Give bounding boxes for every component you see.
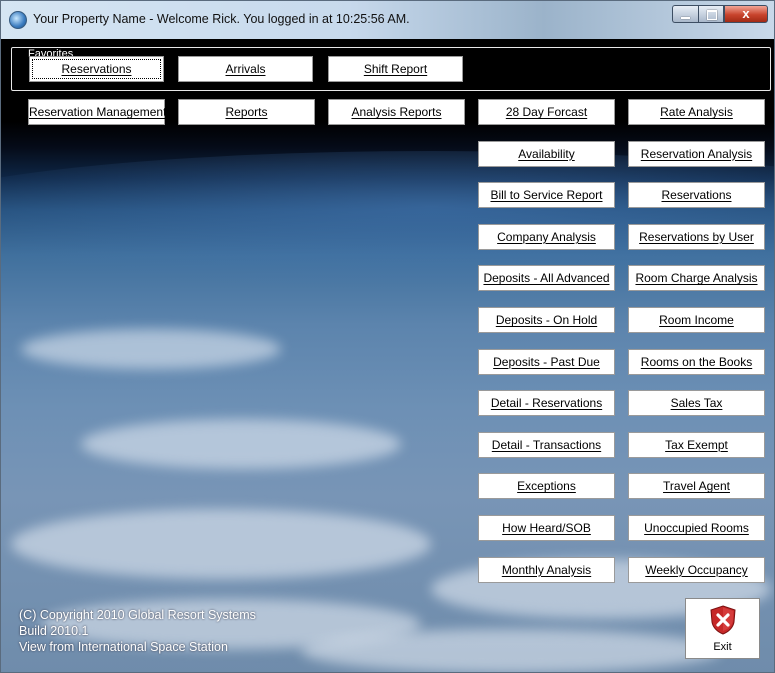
how-heard-sob-button[interactable]: How Heard/SOB — [478, 515, 615, 541]
copyright-text: (C) Copyright 2010 Global Resort Systems — [19, 608, 256, 622]
reservation-management-button[interactable]: Reservation Management — [28, 99, 166, 125]
reservations-button[interactable]: Reservations — [29, 56, 164, 82]
monthly-analysis-button[interactable]: Monthly Analysis — [478, 556, 615, 583]
window-title: Your Property Name - Welcome Rick. You l… — [33, 12, 410, 26]
shield-x-icon — [710, 605, 736, 635]
background-cloud — [81, 419, 401, 469]
availability-button[interactable]: Availability — [478, 140, 615, 167]
maximize-icon — [707, 10, 717, 20]
rate-analysis-button[interactable]: Rate Analysis — [628, 99, 765, 125]
caption-buttons: x — [672, 5, 768, 25]
exit-label: Exit — [713, 641, 732, 653]
exceptions-button[interactable]: Exceptions — [478, 473, 615, 500]
room-income-button[interactable]: Room Income — [628, 307, 765, 333]
sales-tax-button[interactable]: Sales Tax — [628, 390, 765, 417]
reservations-by-user-button[interactable]: Reservations by User — [628, 223, 765, 250]
background-cloud — [301, 629, 721, 672]
room-charge-analysis-button[interactable]: Room Charge Analysis — [628, 265, 765, 292]
deposits-on-hold-button[interactable]: Deposits - On Hold — [478, 307, 615, 333]
shift-report-button[interactable]: Shift Report — [328, 56, 463, 82]
background-cloud — [21, 329, 281, 369]
travel-agent-button[interactable]: Travel Agent — [628, 473, 765, 500]
bill-to-service-report-button[interactable]: Bill to Service Report — [478, 182, 615, 209]
reservation-analysis-button[interactable]: Reservation Analysis — [628, 140, 765, 167]
deposits-all-advanced-button[interactable]: Deposits - All Advanced — [478, 265, 615, 292]
reservations-button[interactable]: Reservations — [628, 182, 765, 209]
exit-button[interactable]: Exit — [685, 598, 760, 659]
company-analysis-button[interactable]: Company Analysis — [478, 223, 615, 250]
main-window: Your Property Name - Welcome Rick. You l… — [0, 0, 775, 673]
app-globe-icon — [9, 11, 27, 29]
detail-reservations-button[interactable]: Detail - Reservations — [478, 390, 615, 417]
weekly-occupancy-button[interactable]: Weekly Occupancy — [628, 556, 765, 583]
unoccupied-rooms-button[interactable]: Unoccupied Rooms — [628, 515, 765, 541]
reports-button[interactable]: Reports — [178, 99, 315, 125]
arrivals-button[interactable]: Arrivals — [178, 56, 313, 82]
client-area: Favorites Reservations Arrivals Shift Repo… — [1, 39, 774, 672]
deposits-past-due-button[interactable]: Deposits - Past Due — [478, 348, 615, 375]
close-button[interactable]: x — [724, 5, 768, 23]
background-cloud — [11, 509, 431, 579]
28-day-forcast-button[interactable]: 28 Day Forcast — [478, 99, 615, 125]
minimize-button[interactable] — [672, 5, 698, 23]
minimize-icon — [681, 17, 690, 19]
rooms-on-the-books-button[interactable]: Rooms on the Books — [628, 348, 765, 375]
tax-exempt-button[interactable]: Tax Exempt — [628, 431, 765, 458]
detail-transactions-button[interactable]: Detail - Transactions — [478, 431, 615, 458]
close-icon: x — [742, 6, 750, 21]
title-bar[interactable]: Your Property Name - Welcome Rick. You l… — [1, 1, 774, 39]
maximize-button[interactable] — [698, 5, 724, 23]
footer-info: (C) Copyright 2010 Global Resort Systems… — [19, 607, 256, 655]
build-text: Build 2010.1 — [19, 624, 89, 638]
photo-credit-text: View from International Space Station — [19, 640, 228, 654]
analysis-reports-button[interactable]: Analysis Reports — [328, 99, 465, 125]
